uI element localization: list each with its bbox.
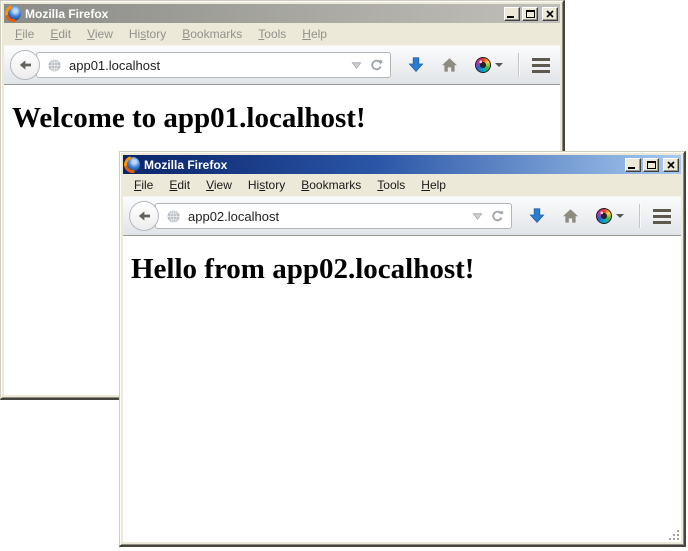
close-button[interactable] xyxy=(663,158,679,172)
page-heading: Hello from app02.localhost! xyxy=(131,253,681,286)
menu-item-edit[interactable]: Edit xyxy=(42,25,79,43)
home-icon xyxy=(562,208,579,224)
home-icon xyxy=(441,57,458,73)
menu-item-view[interactable]: View xyxy=(198,176,240,194)
maximize-icon xyxy=(647,161,656,169)
firefox-logo-icon xyxy=(125,157,140,172)
globe-icon xyxy=(47,58,62,73)
url-bar[interactable]: app02.localhost xyxy=(155,203,512,229)
downloads-button[interactable] xyxy=(408,57,424,73)
home-button[interactable] xyxy=(441,57,458,73)
url-text[interactable]: app02.localhost xyxy=(188,209,465,224)
caret-down-icon xyxy=(495,63,503,67)
window-title: Mozilla Firefox xyxy=(25,7,500,21)
chevron-down-icon[interactable] xyxy=(351,61,362,70)
reload-icon[interactable] xyxy=(490,209,505,224)
menu-item-tools[interactable]: Tools xyxy=(250,25,294,43)
close-icon xyxy=(546,10,554,18)
downloads-button[interactable] xyxy=(529,208,545,224)
chevron-down-icon[interactable] xyxy=(472,212,483,221)
download-arrow-icon xyxy=(529,208,545,224)
maximize-button[interactable] xyxy=(522,7,538,21)
menu-item-history[interactable]: History xyxy=(240,176,293,194)
extension-button[interactable] xyxy=(596,208,624,224)
color-wheel-icon xyxy=(475,57,491,73)
home-button[interactable] xyxy=(562,208,579,224)
globe-icon xyxy=(166,209,181,224)
menu-item-bookmarks[interactable]: Bookmarks xyxy=(174,25,250,43)
open-menu-button[interactable] xyxy=(532,58,550,73)
color-wheel-icon xyxy=(596,208,612,224)
menubar: FileEditViewHistoryBookmarksToolsHelp xyxy=(4,23,560,45)
menu-item-file[interactable]: File xyxy=(7,25,42,43)
minimize-button[interactable] xyxy=(504,7,520,21)
back-button[interactable] xyxy=(129,201,159,231)
caret-down-icon xyxy=(616,214,624,218)
titlebar[interactable]: Mozilla Firefox xyxy=(123,155,681,174)
page-content: Hello from app02.localhost! xyxy=(123,236,681,542)
extension-button[interactable] xyxy=(475,57,503,73)
close-button[interactable] xyxy=(542,7,558,21)
resize-grip-icon[interactable] xyxy=(667,528,680,541)
titlebar[interactable]: Mozilla Firefox xyxy=(4,4,560,23)
browser-window-app02[interactable]: Mozilla Firefox FileEditViewHistoryBookm… xyxy=(119,151,686,547)
maximize-icon xyxy=(526,10,535,18)
hamburger-menu-icon xyxy=(532,58,550,61)
page-heading: Welcome to app01.localhost! xyxy=(12,102,560,135)
menu-item-help[interactable]: Help xyxy=(413,176,454,194)
url-text[interactable]: app01.localhost xyxy=(69,58,344,73)
back-arrow-icon xyxy=(136,208,152,224)
window-controls xyxy=(504,7,558,21)
navigation-toolbar: app02.localhost xyxy=(123,196,681,236)
menu-item-edit[interactable]: Edit xyxy=(161,176,198,194)
minimize-icon xyxy=(628,167,635,169)
toolbar-separator xyxy=(639,204,640,228)
minimize-icon xyxy=(507,16,514,18)
menu-item-bookmarks[interactable]: Bookmarks xyxy=(293,176,369,194)
window-title: Mozilla Firefox xyxy=(144,158,621,172)
url-bar[interactable]: app01.localhost xyxy=(36,52,391,78)
minimize-button[interactable] xyxy=(625,158,641,172)
close-icon xyxy=(667,161,675,169)
menu-item-help[interactable]: Help xyxy=(294,25,335,43)
back-button[interactable] xyxy=(10,50,40,80)
window-controls xyxy=(625,158,679,172)
menu-item-view[interactable]: View xyxy=(79,25,121,43)
menubar: FileEditViewHistoryBookmarksToolsHelp xyxy=(123,174,681,196)
menu-item-history[interactable]: History xyxy=(121,25,174,43)
toolbar-separator xyxy=(518,53,519,77)
menu-item-file[interactable]: File xyxy=(126,176,161,194)
navigation-toolbar: app01.localhost xyxy=(4,45,560,85)
back-arrow-icon xyxy=(17,57,33,73)
hamburger-menu-icon xyxy=(653,209,671,212)
reload-icon[interactable] xyxy=(369,58,384,73)
download-arrow-icon xyxy=(408,57,424,73)
firefox-logo-icon xyxy=(6,6,21,21)
maximize-button[interactable] xyxy=(643,158,659,172)
open-menu-button[interactable] xyxy=(653,209,671,224)
menu-item-tools[interactable]: Tools xyxy=(369,176,413,194)
